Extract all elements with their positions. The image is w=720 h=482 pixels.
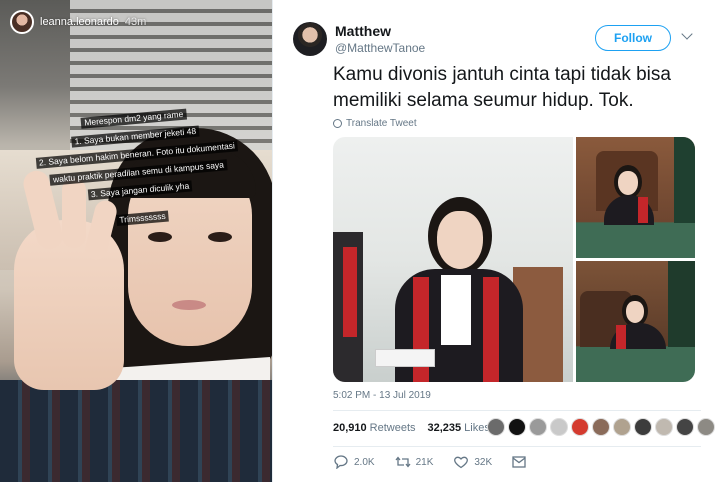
message-button[interactable] bbox=[512, 456, 526, 468]
reply-button[interactable]: 2.0K bbox=[333, 455, 375, 469]
retweet-count: 21K bbox=[415, 456, 434, 468]
like-count: 32K bbox=[474, 456, 493, 468]
retweets-count[interactable]: 20,910 bbox=[333, 422, 367, 434]
story-time: 43m bbox=[124, 16, 147, 28]
caption-thanks: Trimsssssss bbox=[115, 210, 170, 227]
instagram-story: leanna.leonardo 43m Merespon dm2 yang ra… bbox=[0, 0, 272, 482]
liker-avatar[interactable] bbox=[508, 418, 526, 436]
caption-line: 3. Saya jangan diculik yha bbox=[87, 180, 193, 201]
story-username[interactable]: leanna.leonardo bbox=[40, 16, 119, 28]
globe-icon bbox=[333, 119, 342, 128]
like-button[interactable]: 32K bbox=[453, 455, 492, 469]
flag bbox=[674, 137, 695, 223]
face bbox=[437, 211, 483, 269]
liker-avatar[interactable] bbox=[676, 418, 694, 436]
liker-avatar[interactable] bbox=[697, 418, 715, 436]
tweet-avatar[interactable] bbox=[293, 22, 327, 56]
tweet-media-grid[interactable] bbox=[333, 137, 695, 382]
reply-icon bbox=[334, 455, 348, 469]
story-avatar[interactable] bbox=[10, 10, 34, 34]
liker-avatar[interactable] bbox=[529, 418, 547, 436]
retweets-label[interactable]: Retweets bbox=[370, 422, 416, 434]
divider bbox=[333, 446, 701, 447]
red-robe-stripe bbox=[638, 197, 648, 223]
tweet-timestamp[interactable]: 5:02 PM - 13 Jul 2019 bbox=[333, 390, 431, 401]
heart-icon bbox=[454, 456, 469, 469]
tweet-author-handle[interactable]: @MatthewTanoe bbox=[335, 41, 425, 55]
chevron-down-icon[interactable] bbox=[681, 28, 693, 40]
divider bbox=[333, 410, 701, 411]
left-eye bbox=[148, 232, 172, 242]
plaid-shirt bbox=[0, 380, 272, 482]
tweet-card: Matthew @MatthewTanoe Follow Kamu divoni… bbox=[272, 0, 720, 482]
flag bbox=[668, 261, 695, 347]
retweet-icon bbox=[395, 456, 411, 468]
likes-count[interactable]: 32,235 bbox=[428, 422, 462, 434]
liker-avatar[interactable] bbox=[487, 418, 505, 436]
lips bbox=[172, 300, 206, 310]
translate-tweet-link[interactable]: Translate Tweet bbox=[333, 118, 417, 129]
translate-label: Translate Tweet bbox=[346, 118, 417, 129]
tweet-actions: 2.0K 21K 32K bbox=[333, 455, 546, 469]
follow-button[interactable]: Follow bbox=[595, 25, 671, 51]
envelope-icon bbox=[512, 456, 526, 468]
liker-avatar[interactable] bbox=[613, 418, 631, 436]
media-photo-main[interactable] bbox=[333, 137, 573, 382]
liker-avatar[interactable] bbox=[655, 418, 673, 436]
red-robe-stripe bbox=[483, 277, 499, 382]
retweet-button[interactable]: 21K bbox=[395, 455, 434, 469]
media-photo-top-right[interactable] bbox=[576, 137, 695, 258]
liker-avatar[interactable] bbox=[571, 418, 589, 436]
right-eye bbox=[208, 232, 232, 242]
red-robe-edge bbox=[343, 247, 357, 337]
liker-avatar[interactable] bbox=[550, 418, 568, 436]
white-bib bbox=[441, 275, 471, 345]
face bbox=[618, 171, 638, 195]
tweet-stats: 20,910 Retweets 32,235 Likes bbox=[333, 422, 502, 434]
story-header[interactable]: leanna.leonardo 43m bbox=[10, 10, 146, 34]
likes-label[interactable]: Likes bbox=[464, 422, 490, 434]
tweet-text: Kamu divonis jantuh cinta tapi tidak bis… bbox=[333, 64, 671, 111]
liker-avatars bbox=[487, 418, 715, 436]
red-robe-stripe bbox=[616, 325, 626, 349]
media-photo-bottom-right[interactable] bbox=[576, 261, 695, 382]
reply-count: 2.0K bbox=[354, 456, 375, 468]
tweet-author-name[interactable]: Matthew bbox=[335, 23, 391, 39]
liker-avatar[interactable] bbox=[634, 418, 652, 436]
face bbox=[626, 301, 644, 323]
story-caption: Merespon dm2 yang rame 1. Saya bukan mem… bbox=[9, 97, 266, 236]
liker-avatar[interactable] bbox=[592, 418, 610, 436]
papers bbox=[375, 349, 435, 367]
